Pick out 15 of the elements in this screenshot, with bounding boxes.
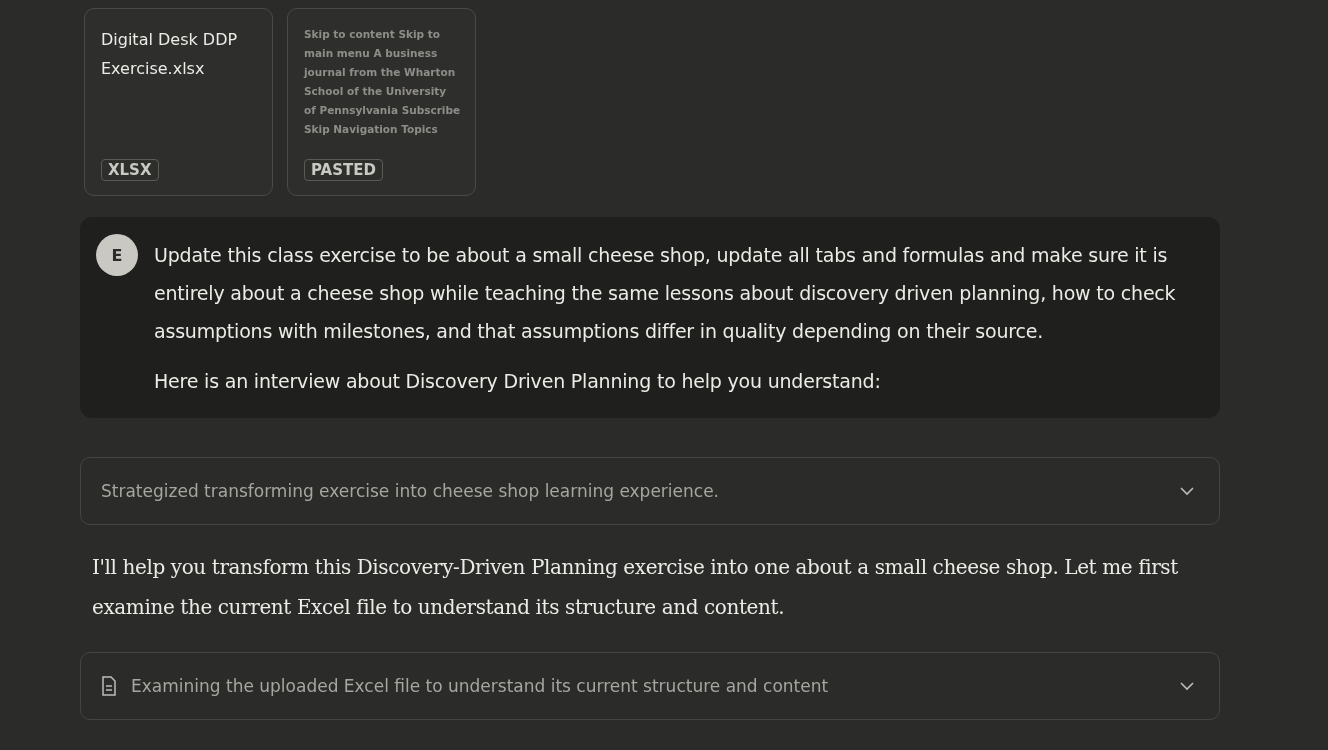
document-icon — [101, 676, 117, 696]
pasted-preview: Skip to content Skip to main menu A business journal from the Wharton School of the University of Pennsylvania Subscribe Skip Navigation Topics — [304, 27, 461, 137]
user-avatar: E — [96, 234, 138, 276]
attachment-card[interactable]: Digital Desk DDP Exercise.xlsx XLSX — [84, 8, 273, 196]
message-text: Update this class exercise to be about a small cheese shop, update all tabs and formulas and make sure it is entirely about a cheese shop while teaching the same lessons about discovery driven planning, how to check assumptions with milestones, and that assumptions differ in quality depending on their source. — [154, 243, 1177, 344]
file-type-label: XLSX — [101, 159, 159, 181]
file-name: Digital Desk DDP Exercise.xlsx — [101, 29, 239, 80]
file-type-label: PASTED — [304, 159, 383, 181]
thinking-summary[interactable]: Strategized transforming exercise into cheese shop learning experience. — [80, 457, 1220, 525]
message-text: Here is an interview about Discovery Driven Planning to help you understand: — [154, 369, 882, 394]
thinking-label: Strategized transforming exercise into cheese shop learning experience. — [101, 481, 720, 501]
tool-step-label: Examining the uploaded Excel file to understand its current structure and content — [131, 676, 830, 696]
attachment-card[interactable]: Skip to content Skip to main menu A business journal from the Wharton School of the University of Pennsylvania Subscribe Skip Navigation Topics PASTED — [287, 8, 476, 196]
tool-step[interactable]: Examining the uploaded Excel file to understand its current structure and content — [80, 652, 1220, 720]
response-text: I'll help you transform this Discovery-Driven Planning exercise into one about a small cheese shop. Let me first examine the current Excel file to understand its structure and content. — [92, 554, 1179, 621]
